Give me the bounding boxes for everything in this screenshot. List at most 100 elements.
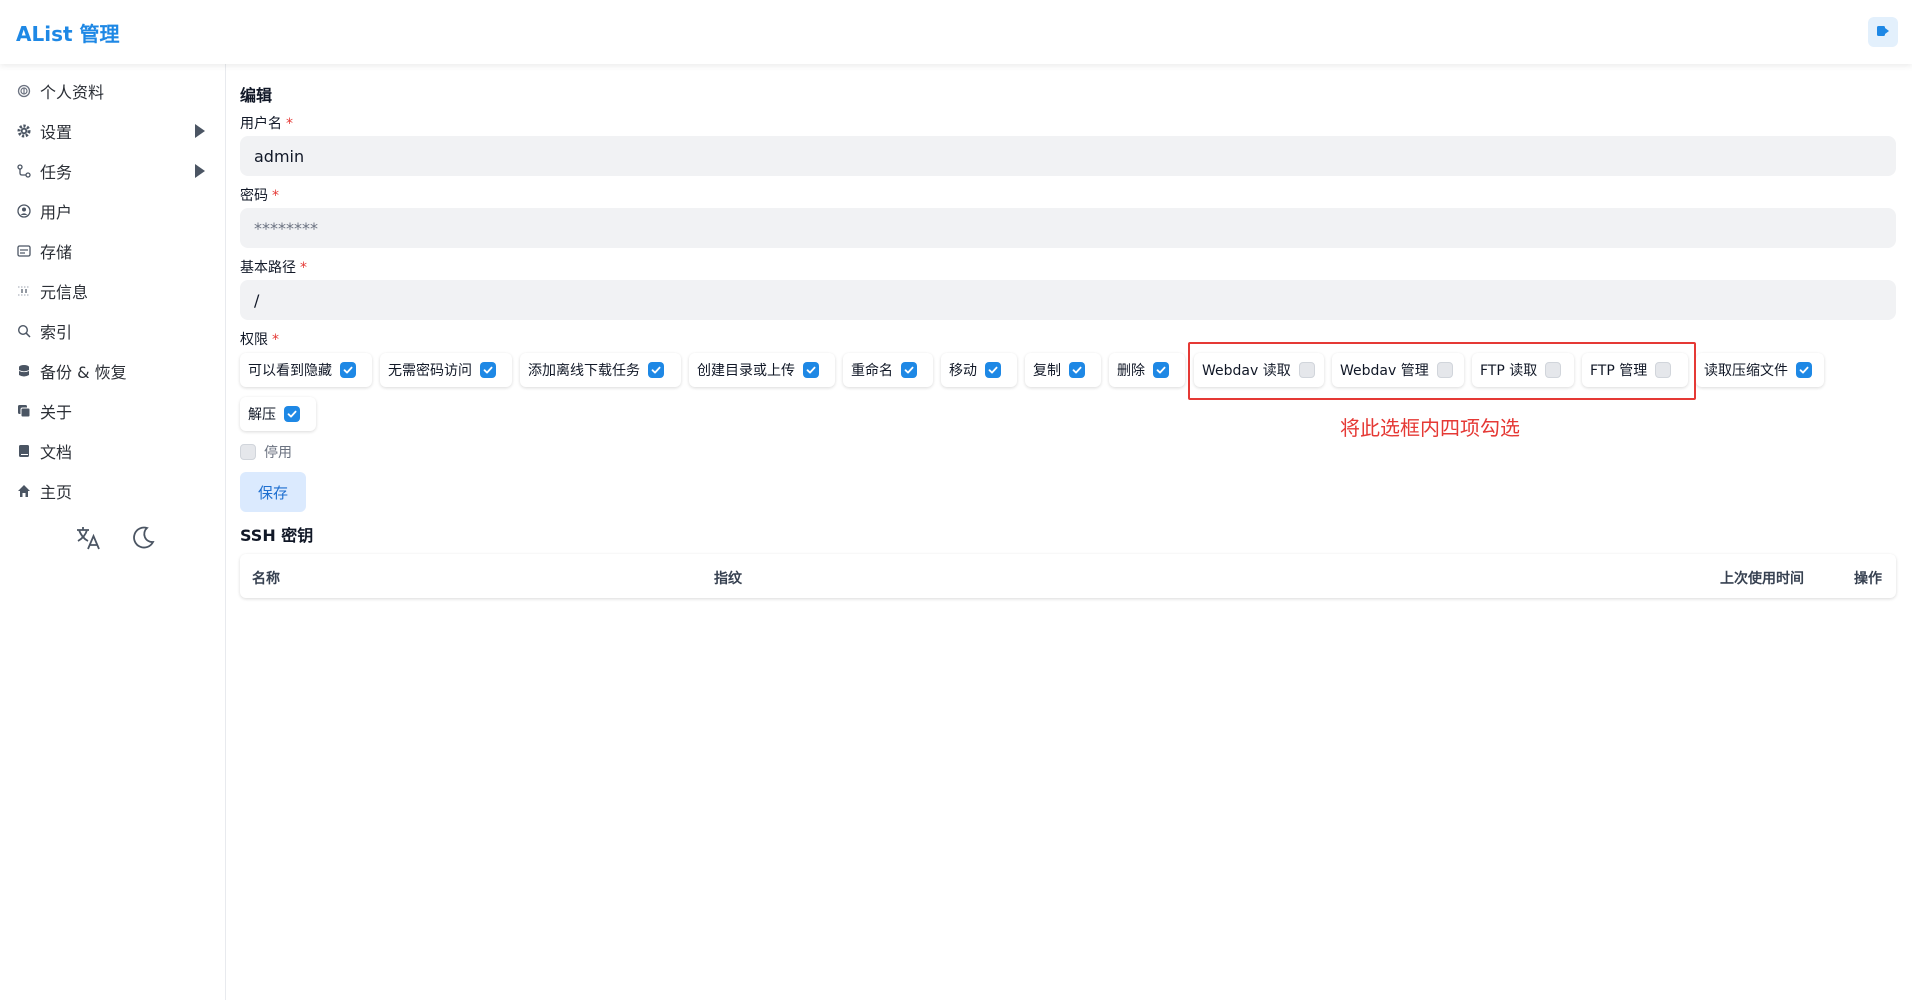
perm-read-archive[interactable]: 读取压缩文件 (1696, 353, 1824, 387)
expand-arrow-icon[interactable] (195, 124, 205, 138)
required-mark: * (272, 188, 279, 204)
expand-arrow-icon[interactable] (195, 164, 205, 178)
checkbox[interactable] (284, 406, 300, 422)
perm-decompress[interactable]: 解压 (240, 397, 316, 431)
checkbox[interactable] (648, 362, 664, 378)
sidebar-item-label: 文档 (40, 443, 73, 462)
column-header-fingerprint[interactable]: 指纹 (714, 568, 742, 588)
perm-label: 复制 (1033, 363, 1061, 379)
book-icon (16, 443, 32, 459)
column-header-actions[interactable]: 操作 (1854, 568, 1882, 588)
copy-icon (16, 403, 32, 419)
column-header-name[interactable]: 名称 (252, 568, 280, 588)
disable-checkbox[interactable] (240, 444, 256, 460)
perm-label: 添加离线下载任务 (528, 363, 640, 379)
logout-icon (1876, 23, 1890, 42)
base-path-label: 基本路径 * (240, 257, 307, 277)
permissions-label: 权限 * (240, 329, 279, 349)
sidebar-item-docs[interactable]: 文档 (16, 434, 211, 468)
sidebar-item-profile[interactable]: 个人资料 (16, 74, 211, 108)
search-icon (16, 323, 32, 339)
sidebar-item-backup[interactable]: 备份 & 恢复 (16, 354, 211, 388)
required-mark: * (286, 116, 293, 132)
sidebar-item-label: 个人资料 (40, 83, 105, 102)
checkbox[interactable] (340, 362, 356, 378)
sidebar-item-tasks[interactable]: 任务 (16, 154, 211, 188)
task-flow-icon (16, 163, 32, 179)
checkbox[interactable] (1153, 362, 1169, 378)
sidebar-item-label: 备份 & 恢复 (40, 363, 127, 382)
sidebar-item-about[interactable]: 关于 (16, 394, 211, 428)
save-button[interactable]: 保存 (240, 472, 306, 512)
perm-label: 可以看到隐藏 (248, 363, 332, 379)
sidebar-item-label: 关于 (40, 403, 73, 422)
database-icon (16, 363, 32, 379)
required-mark: * (300, 260, 307, 276)
sidebar-item-label: 用户 (40, 203, 73, 222)
meta-icon (16, 283, 32, 299)
section-title: 编辑 (240, 86, 273, 105)
perm-rename[interactable]: 重命名 (843, 353, 933, 387)
base-path-label-text: 基本路径 (240, 260, 296, 276)
password-label: 密码 * (240, 185, 279, 205)
perm-label: 解压 (248, 407, 276, 423)
sidebar-item-label: 存储 (40, 243, 73, 262)
username-label: 用户名 * (240, 113, 293, 133)
perm-copy[interactable]: 复制 (1025, 353, 1101, 387)
sidebar-item-label: 任务 (40, 163, 73, 182)
sidebar-item-home[interactable]: 主页 (16, 474, 211, 508)
translate-icon[interactable] (74, 524, 102, 556)
checkbox[interactable] (901, 362, 917, 378)
annotation-highlight-box (1188, 342, 1696, 400)
checkbox[interactable] (985, 362, 1001, 378)
perm-label: 重命名 (851, 363, 893, 379)
sidebar-item-label: 设置 (40, 123, 73, 142)
checkbox[interactable] (803, 362, 819, 378)
perm-label: 移动 (949, 363, 977, 379)
ssh-title: SSH 密钥 (240, 526, 314, 545)
column-header-last-used[interactable]: 上次使用时间 (1720, 568, 1804, 588)
username-label-text: 用户名 (240, 116, 282, 132)
storage-icon (16, 243, 32, 259)
perm-create-upload[interactable]: 创建目录或上传 (689, 353, 835, 387)
disable-toggle[interactable]: 停用 (240, 442, 292, 462)
perm-no-password[interactable]: 无需密码访问 (380, 353, 512, 387)
checkbox[interactable] (1069, 362, 1085, 378)
permissions-label-text: 权限 (240, 332, 268, 348)
perm-label: 创建目录或上传 (697, 363, 795, 379)
password-input[interactable] (240, 208, 1896, 248)
perm-move[interactable]: 移动 (941, 353, 1017, 387)
sidebar-item-label: 主页 (40, 483, 73, 502)
fingerprint-icon (16, 83, 32, 99)
checkbox[interactable] (480, 362, 496, 378)
moon-icon[interactable] (130, 525, 156, 555)
user-circle-icon (16, 203, 32, 219)
sidebar-item-settings[interactable]: 设置 (16, 114, 211, 148)
sidebar-item-users[interactable]: 用户 (16, 194, 211, 228)
perm-delete[interactable]: 删除 (1109, 353, 1185, 387)
sidebar-item-label: 索引 (40, 323, 73, 342)
sidebar-tools (74, 524, 156, 556)
perm-offline-download[interactable]: 添加离线下载任务 (520, 353, 681, 387)
sidebar-item-meta[interactable]: 元信息 (16, 274, 211, 308)
sidebar-item-storage[interactable]: 存储 (16, 234, 211, 268)
disable-label: 停用 (264, 445, 292, 461)
sidebar-item-label: 元信息 (40, 283, 89, 302)
gear-icon (16, 123, 32, 139)
checkbox[interactable] (1796, 362, 1812, 378)
base-path-input[interactable] (240, 280, 1896, 320)
perm-see-hidden[interactable]: 可以看到隐藏 (240, 353, 372, 387)
app-title[interactable]: AList 管理 (16, 18, 120, 47)
sidebar-item-index[interactable]: 索引 (16, 314, 211, 348)
perm-label: 删除 (1117, 363, 1145, 379)
home-icon (16, 483, 32, 499)
username-input[interactable] (240, 136, 1896, 176)
annotation-text: 将此选框内四项勾选 (1340, 416, 1520, 440)
required-mark: * (272, 332, 279, 348)
logout-button[interactable] (1868, 17, 1898, 47)
perm-label: 读取压缩文件 (1704, 363, 1788, 379)
sidebar: 个人资料 设置 任务 用户 存储 元信息 索引 备份 & 恢复 关于 文档 主页 (0, 64, 226, 1000)
app-header: AList 管理 (0, 0, 1912, 64)
password-label-text: 密码 (240, 188, 268, 204)
perm-label: 无需密码访问 (388, 363, 472, 379)
